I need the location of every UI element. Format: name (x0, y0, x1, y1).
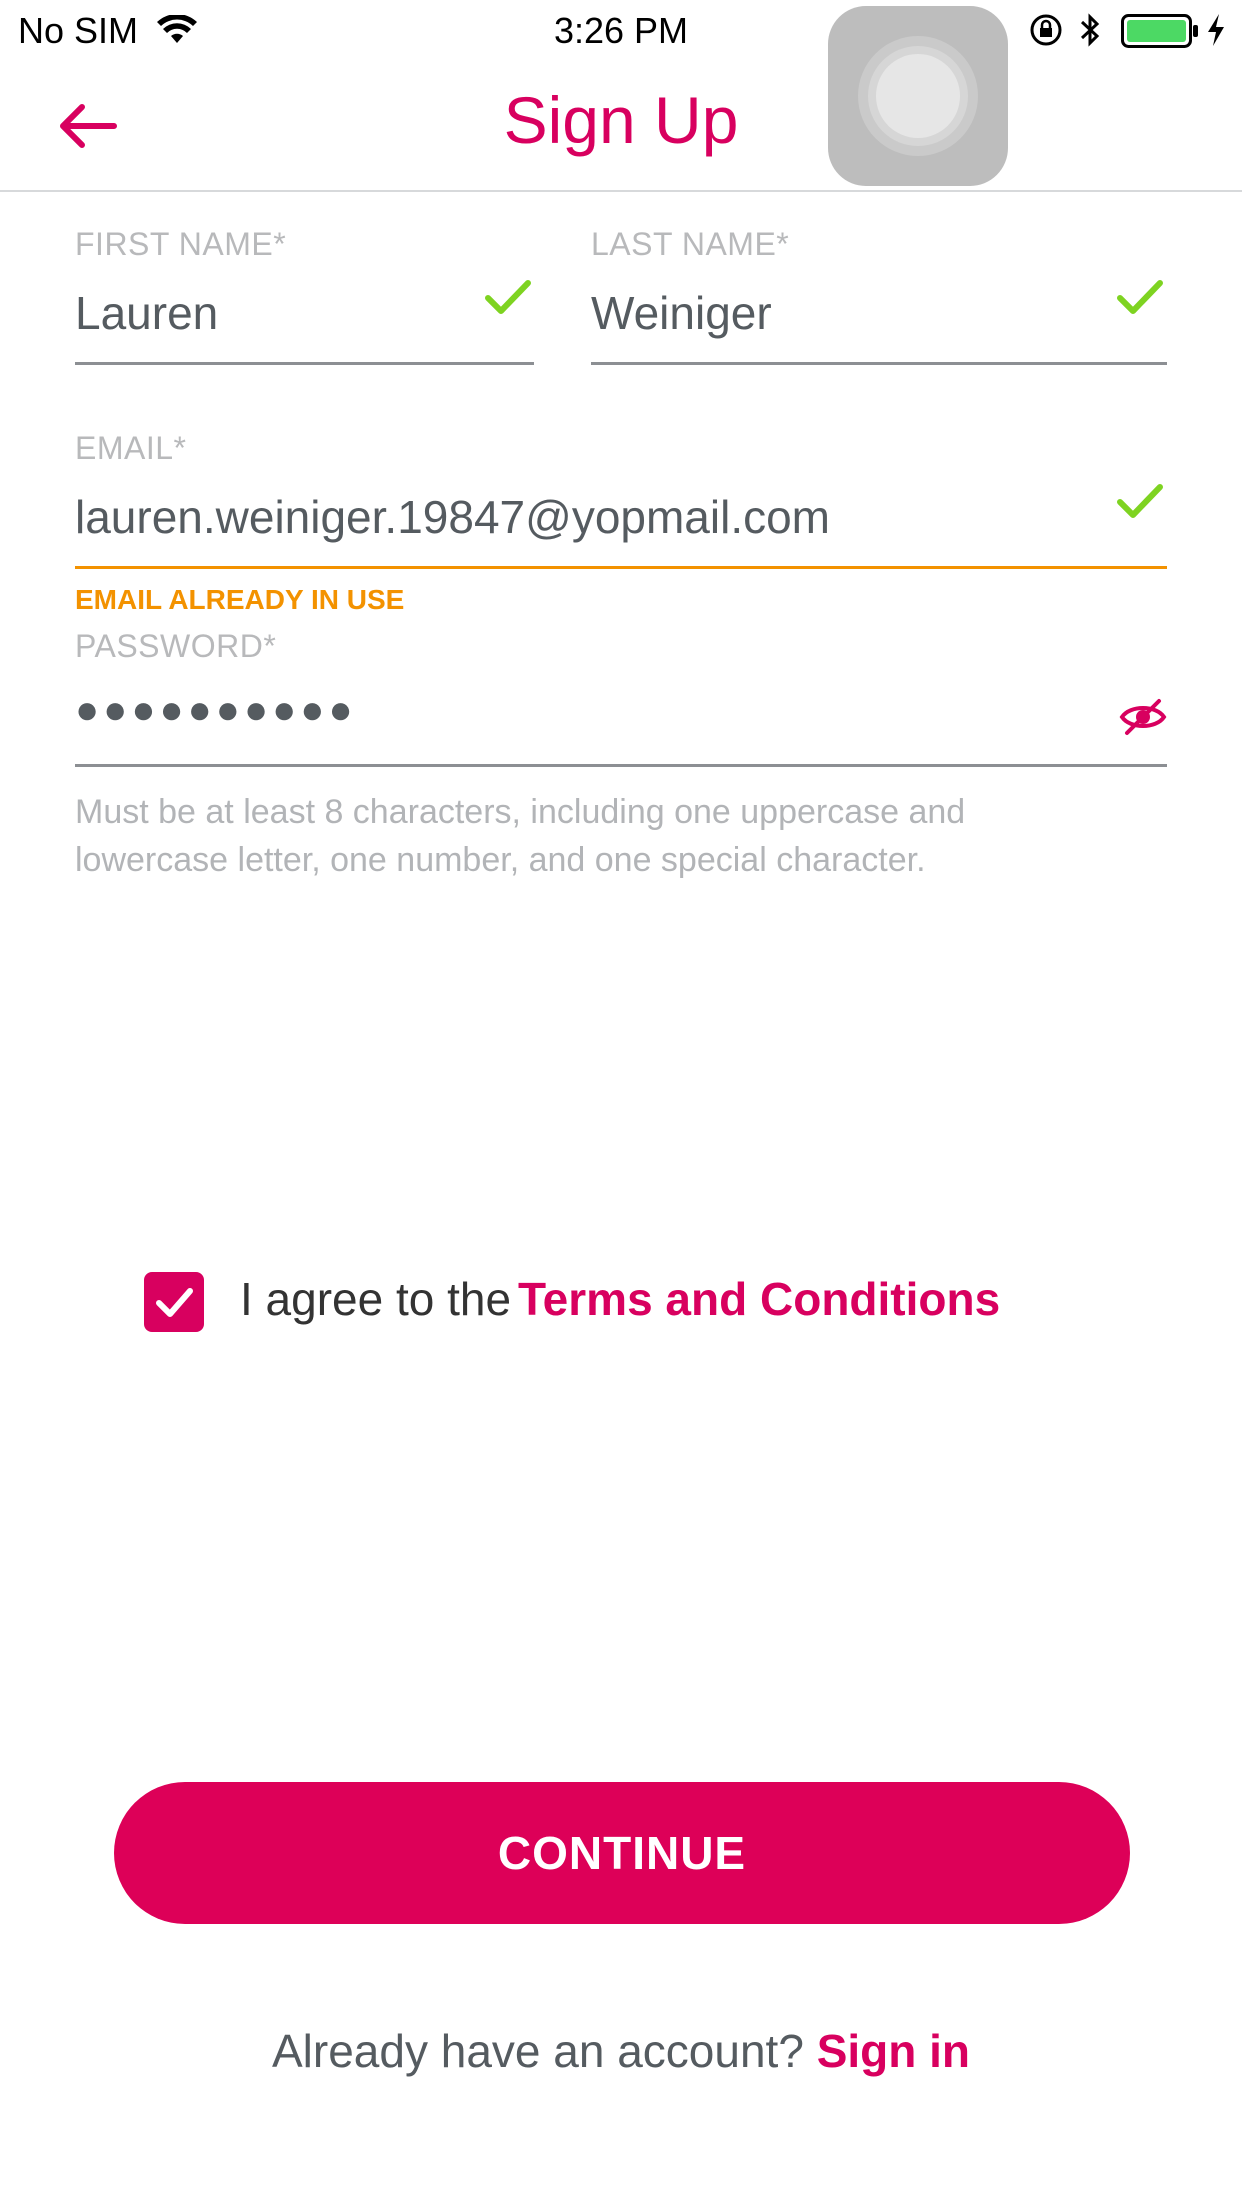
password-label: PASSWORD* (75, 628, 277, 664)
sign-in-link[interactable]: Sign in (817, 2025, 970, 2077)
header-divider (0, 190, 1242, 192)
password-requirements-hint: Must be at least 8 characters, including… (75, 793, 966, 879)
continue-button[interactable]: CONTINUE (114, 1782, 1130, 1924)
battery-icon (1121, 14, 1201, 57)
valid-check-icon (485, 280, 531, 314)
email-label: EMAIL* (75, 430, 187, 466)
charging-icon (1205, 12, 1227, 57)
email-error-message: EMAIL ALREADY IN USE (75, 584, 405, 615)
first-name-label: FIRST NAME* (75, 226, 287, 262)
email-field[interactable]: lauren.weiniger.19847@yopmail.com (75, 490, 1095, 544)
rotation-lock-icon (1028, 12, 1064, 57)
first-name-field[interactable]: Lauren (75, 286, 475, 340)
sign-in-prompt-text: Already have an account? (271, 2025, 804, 2077)
eye-slash-icon (1119, 699, 1167, 735)
toggle-password-visibility-button[interactable] (1118, 692, 1168, 742)
last-name-label: LAST NAME* (591, 226, 790, 262)
valid-check-icon (1117, 484, 1163, 518)
page-title: Sign Up (503, 83, 739, 157)
status-bar: No SIM 3:26 PM (0, 0, 1242, 62)
bluetooth-icon (1079, 12, 1101, 57)
agreement-text: I agree to the (240, 1273, 512, 1325)
assistive-touch-button[interactable] (828, 6, 1008, 186)
email-underline (75, 566, 1167, 569)
last-name-underline (591, 362, 1167, 365)
password-field[interactable]: ●●●●●●●●●● (75, 688, 357, 733)
first-name-underline (75, 362, 534, 365)
valid-check-icon (1117, 280, 1163, 314)
last-name-field[interactable]: Weiniger (591, 286, 1091, 340)
terms-checkbox[interactable] (144, 1272, 204, 1332)
terms-link[interactable]: Terms and Conditions (518, 1272, 1000, 1326)
sign-in-prompt: Already have an account? Sign in (0, 2024, 1242, 2078)
checkmark-icon (156, 1288, 193, 1317)
password-underline (75, 764, 1167, 767)
